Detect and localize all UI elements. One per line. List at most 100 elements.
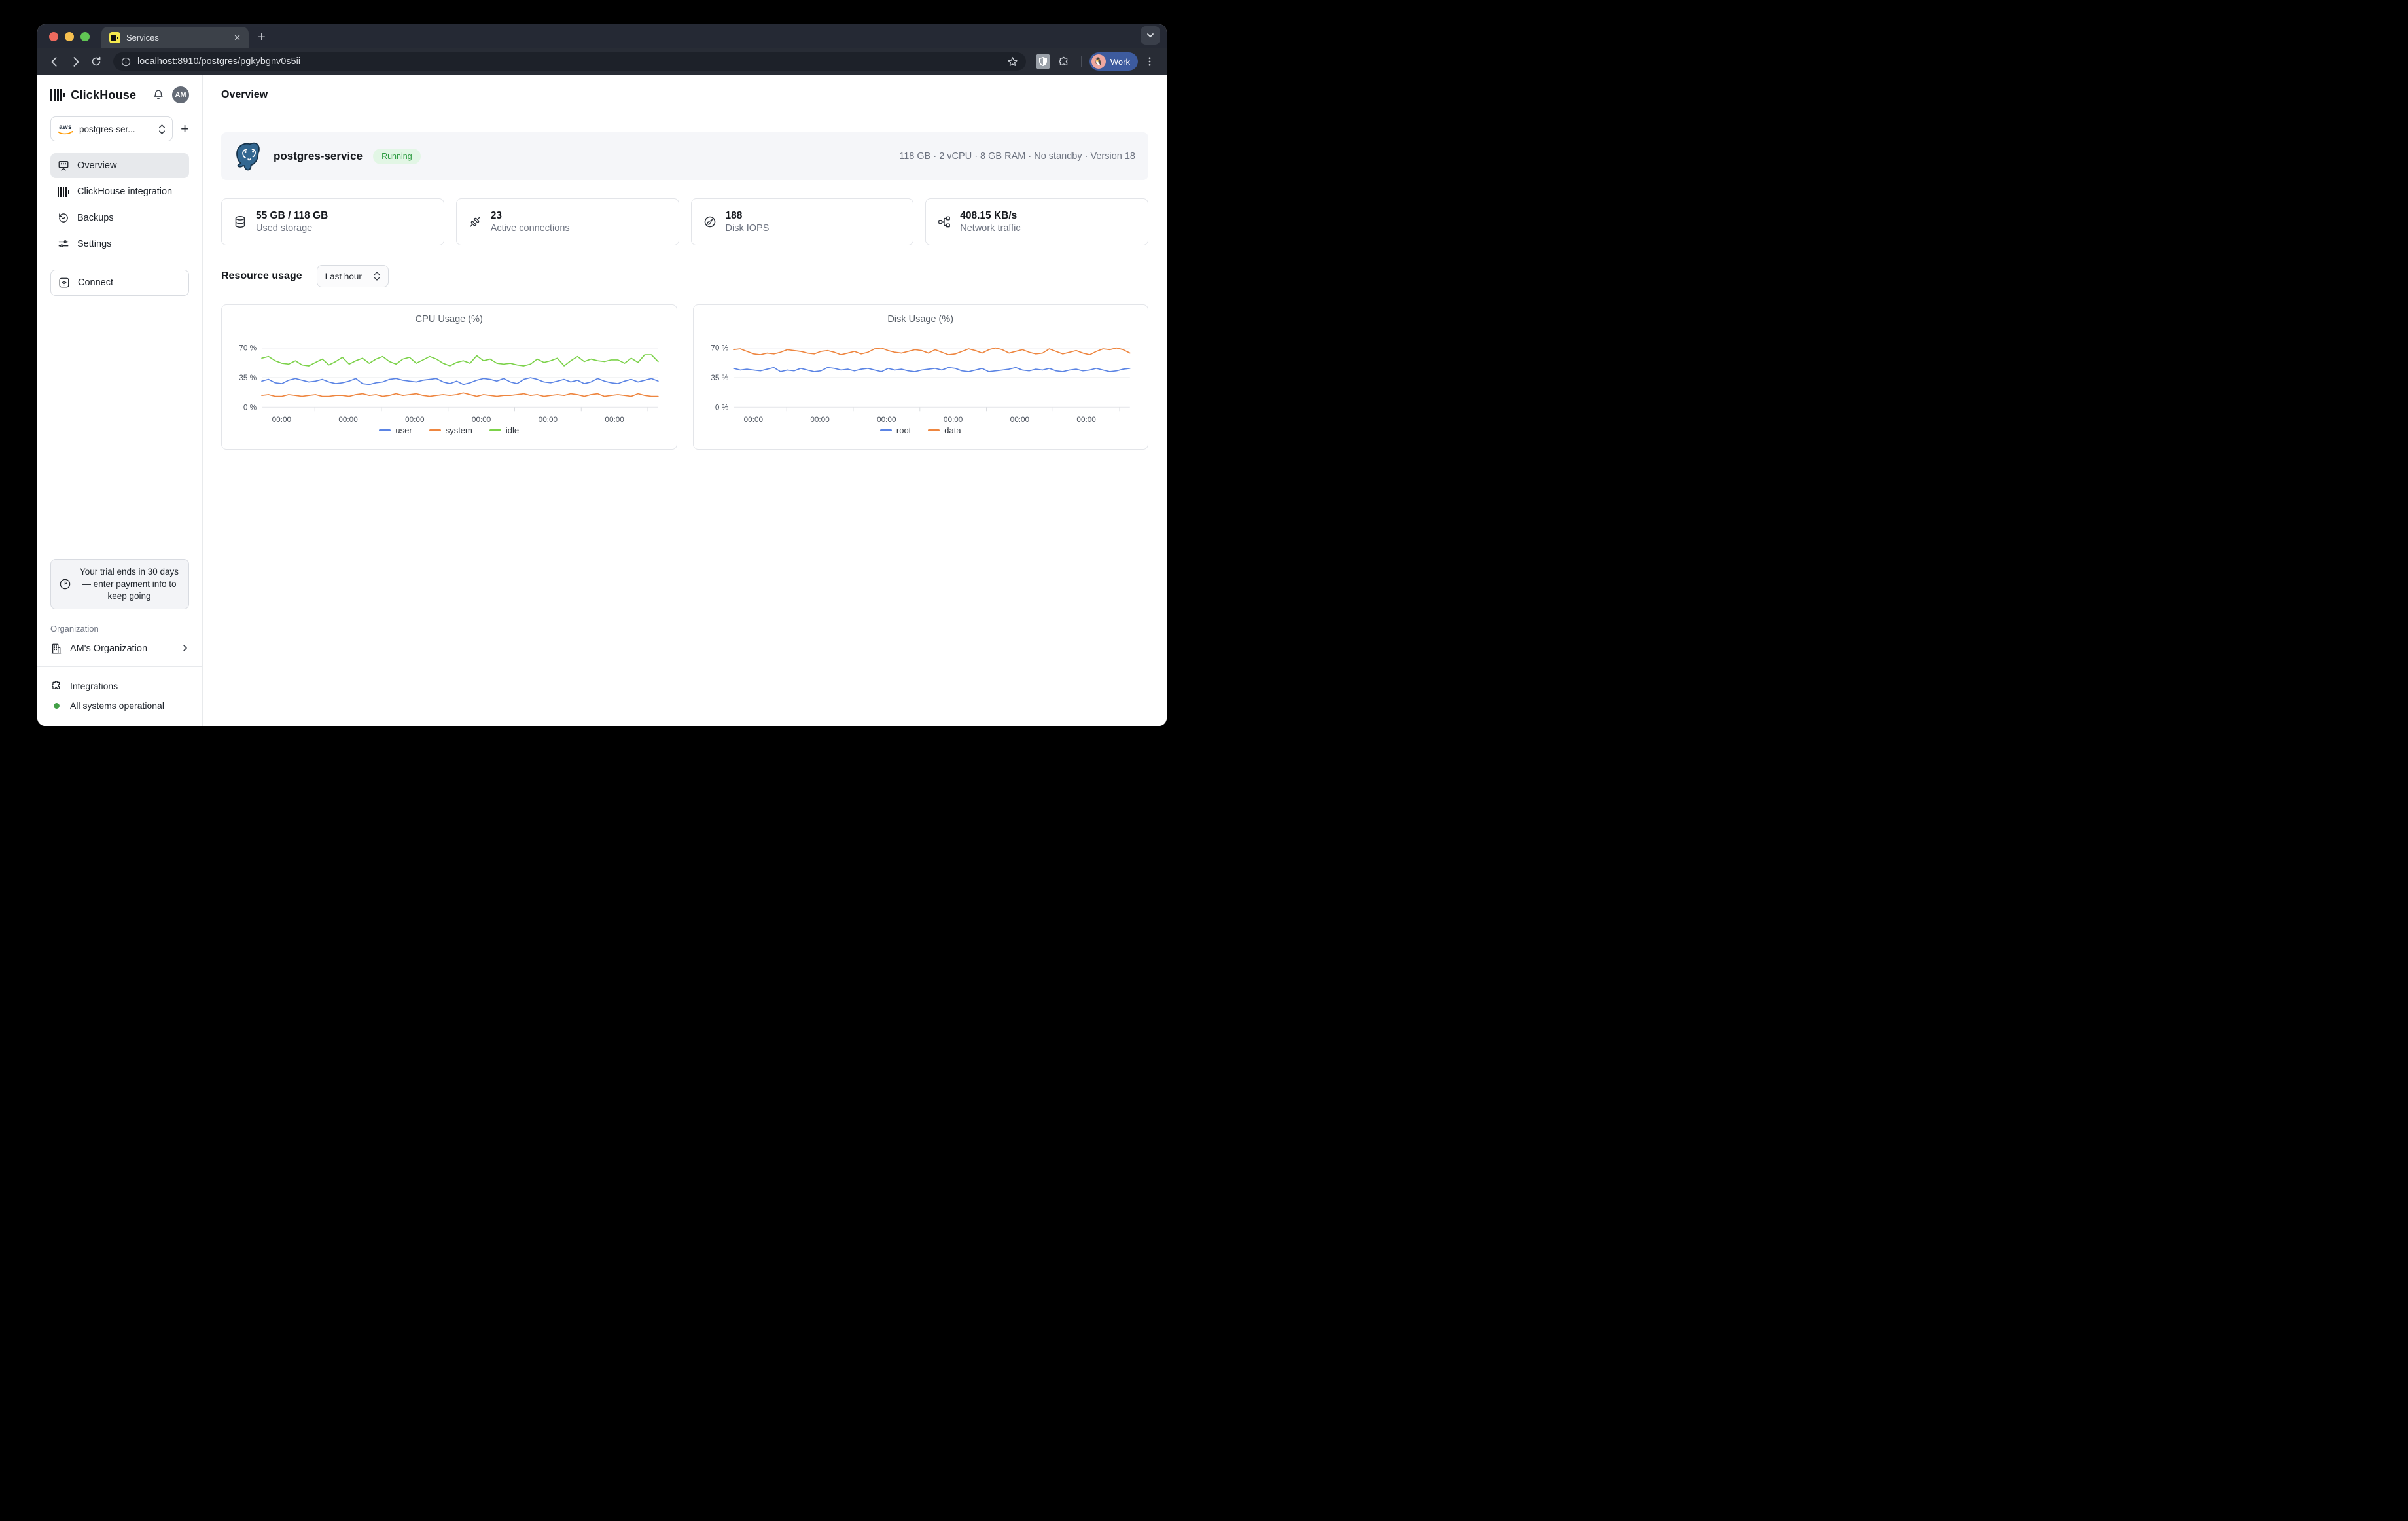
status-badge: Running [373,149,421,164]
clickhouse-logo-icon [50,89,65,101]
svg-text:00:00: 00:00 [338,415,358,424]
metric-card-used-storage: 55 GB / 118 GB Used storage [221,198,444,245]
chart-legend: user system idle [231,425,667,435]
service-selector[interactable]: aws postgres-ser... [50,116,173,141]
close-window-button[interactable] [49,32,58,41]
notifications-bell-icon[interactable] [152,89,164,101]
sidebar-item-clickhouse-integration[interactable]: ClickHouse integration [50,179,189,204]
legend-item-system[interactable]: system [429,425,472,435]
building-icon [50,643,62,654]
minimize-window-button[interactable] [65,32,74,41]
legend-item-idle[interactable]: idle [489,425,519,435]
page-header: Overview [203,75,1167,115]
select-updown-icon [374,272,380,281]
puzzle-icon [50,680,62,692]
browser-menu-kebab-icon[interactable] [1141,52,1159,71]
chevron-right-icon [181,643,189,654]
address-bar[interactable]: localhost:8910/postgres/pgkybgnv0s5ii [113,52,1026,71]
sidebar: ClickHouse AM aws postgres-ser... [37,75,203,726]
svg-text:00:00: 00:00 [605,415,624,424]
system-status-item[interactable]: All systems operational [50,696,189,715]
url-text[interactable]: localhost:8910/postgres/pgkybgnv0s5ii [137,56,1000,67]
legend-item-user[interactable]: user [379,425,412,435]
sidebar-item-overview[interactable]: Overview [50,153,189,178]
connect-button[interactable]: Connect [50,270,189,296]
clickhouse-bars-icon [58,187,69,197]
svg-text:00:00: 00:00 [539,415,558,424]
charts-row: CPU Usage (%) 0 %35 %70 %00:0000:0000:00… [221,304,1148,450]
reload-button[interactable] [87,52,105,71]
svg-text:00:00: 00:00 [743,415,763,424]
add-service-button[interactable]: + [181,122,189,136]
metric-card-disk-iops: 188 Disk IOPS [691,198,914,245]
tab-services[interactable]: Services ✕ [101,27,249,48]
back-button[interactable] [45,52,63,71]
tab-search-chevron-button[interactable] [1141,26,1160,45]
chart-legend: root data [703,425,1139,435]
database-icon [234,215,247,228]
organization-item[interactable]: AM's Organization [50,643,189,654]
monitor-icon [58,160,69,171]
connect-icon [58,277,70,289]
main-content: Overview postgres-service Running 118 GB… [203,75,1167,726]
network-icon [938,215,951,228]
svg-text:70 %: 70 % [239,344,257,353]
screenshot: Services ✕ + localho [0,0,1204,760]
window-controls [37,24,101,48]
history-icon [58,212,69,224]
chart-title: CPU Usage (%) [231,314,667,325]
extensions-puzzle-icon[interactable] [1055,52,1073,71]
svg-text:00:00: 00:00 [472,415,491,424]
browser-profile-button[interactable]: 🐧 Work [1089,52,1138,71]
trial-notice: Your trial ends in 30 days — enter payme… [50,559,189,609]
tab-close-icon[interactable]: ✕ [234,33,241,42]
user-avatar[interactable]: AM [172,86,189,103]
gauge-icon [703,215,717,228]
disk-usage-chart: Disk Usage (%) 0 %35 %70 %00:0000:0000:0… [693,304,1149,450]
service-banner: postgres-service Running 118 GB · 2 vCPU… [221,132,1148,180]
disk-usage-plot: 0 %35 %70 %00:0000:0000:0000:0000:0000:0… [703,326,1139,424]
tab-title: Services [126,33,228,43]
profile-avatar: 🐧 [1091,54,1106,69]
postgresql-elephant-icon [234,141,263,171]
integrations-item[interactable]: Integrations [50,676,189,696]
svg-text:00:00: 00:00 [810,415,830,424]
svg-text:35 %: 35 % [239,373,257,382]
sidebar-item-backups[interactable]: Backups [50,206,189,230]
time-range-select[interactable]: Last hour [317,265,389,287]
svg-text:00:00: 00:00 [877,415,896,424]
sliders-icon [58,238,69,250]
chart-title: Disk Usage (%) [703,314,1139,325]
resource-usage-title: Resource usage [221,270,302,282]
svg-text:70 %: 70 % [711,344,728,353]
metric-cards: 55 GB / 118 GB Used storage 23 Active co… [221,198,1148,245]
clickhouse-favicon-icon [109,32,120,43]
svg-text:00:00: 00:00 [943,415,963,424]
metric-card-active-connections: 23 Active connections [456,198,679,245]
cpu-usage-plot: 0 %35 %70 %00:0000:0000:0000:0000:0000:0… [231,326,667,424]
svg-text:35 %: 35 % [711,373,728,382]
tab-strip: Services ✕ + [37,24,1167,48]
service-specs: 118 GB · 2 vCPU · 8 GB RAM · No standby … [899,151,1135,162]
browser-window: Services ✕ + localho [37,24,1167,726]
shield-extension-icon[interactable] [1034,52,1052,71]
brand-name: ClickHouse [71,88,152,102]
forward-button[interactable] [66,52,84,71]
selector-updown-icon [158,124,166,134]
service-name: postgres-service [274,150,363,163]
metric-card-network-traffic: 408.15 KB/s Network traffic [925,198,1148,245]
aws-logo-icon: aws [58,124,73,135]
cpu-usage-chart: CPU Usage (%) 0 %35 %70 %00:0000:0000:00… [221,304,677,450]
site-info-icon[interactable] [121,57,131,67]
new-tab-button[interactable]: + [258,31,266,44]
organization-section-label: Organization [50,624,189,634]
resource-usage-header: Resource usage Last hour [221,265,1148,287]
browser-toolbar: localhost:8910/postgres/pgkybgnv0s5ii 🐧 … [37,48,1167,75]
legend-item-data[interactable]: data [928,425,961,435]
legend-item-root[interactable]: root [880,425,911,435]
zoom-window-button[interactable] [80,32,90,41]
bookmark-star-icon[interactable] [1007,56,1018,67]
sidebar-item-settings[interactable]: Settings [50,232,189,257]
svg-text:00:00: 00:00 [272,415,292,424]
svg-text:00:00: 00:00 [405,415,425,424]
